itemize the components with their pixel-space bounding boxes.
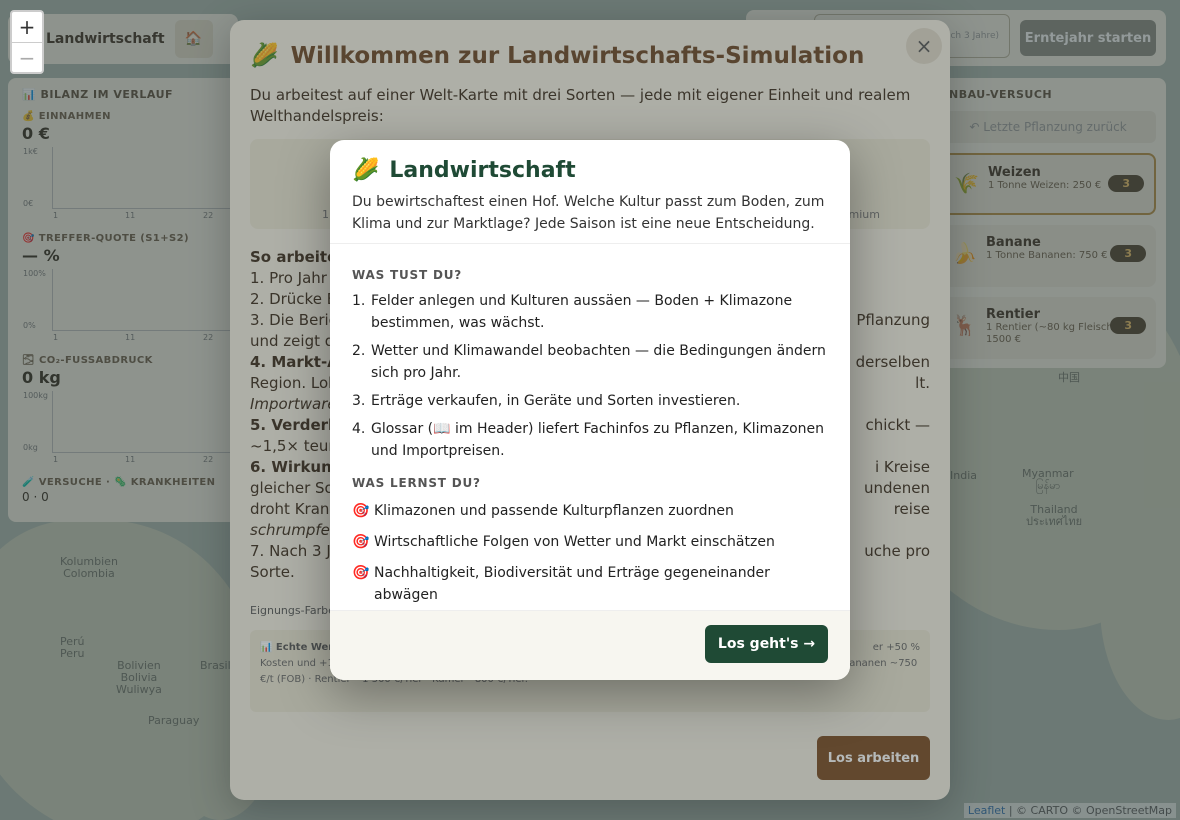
steps-list: 1. Felder anlegen und Kulturen aussäen — …: [352, 290, 828, 462]
step-text: Glossar (📖 im Header) liefert Fachinfos …: [371, 421, 825, 459]
modal-footer: Los geht's →: [330, 610, 850, 680]
goals-list: 🎯 Klimazonen und passende Kulturpflanzen …: [352, 500, 828, 606]
step-number: 1.: [352, 293, 366, 309]
lets-go-button[interactable]: Los geht's →: [705, 625, 828, 663]
step-text: Erträge verkaufen, in Geräte und Sorten …: [371, 393, 741, 409]
step-number: 4.: [352, 421, 366, 437]
section-what-you-learn: WAS LERNST DU?: [352, 476, 481, 490]
zoom-in-button[interactable]: +: [12, 12, 42, 42]
intro-modal: 🌽 Landwirtschaft Du bewirtschaftest eine…: [330, 140, 850, 680]
modal-title: 🌽 Landwirtschaft: [352, 158, 828, 183]
list-item: 2. Wetter und Klimawandel beobachten — di…: [352, 340, 828, 384]
zoom-out-button[interactable]: −: [12, 42, 42, 72]
modal-header: 🌽 Landwirtschaft Du bewirtschaftest eine…: [330, 140, 850, 244]
modal-subtitle: Du bewirtschaftest einen Hof. Welche Kul…: [352, 194, 825, 232]
corn-icon: 🌽: [352, 158, 380, 183]
zoom-control: + −: [10, 10, 44, 74]
section-what-you-do: WAS TUST DU?: [352, 268, 463, 282]
list-item: 1. Felder anlegen und Kulturen aussäen — …: [352, 290, 828, 334]
target-icon: 🎯: [352, 534, 370, 550]
list-item: 🎯 Nachhaltigkeit, Biodiversität und Erträ…: [352, 562, 828, 606]
target-icon: 🎯: [352, 503, 370, 519]
list-item: 🎯 Klimazonen und passende Kulturpflanzen …: [352, 500, 828, 522]
goal-text: Wirtschaftliche Folgen von Wetter und Ma…: [374, 534, 775, 550]
modal-body: WAS TUST DU? 1. Felder anlegen und Kultur…: [330, 244, 850, 610]
list-item: 3. Erträge verkaufen, in Geräte und Sorte…: [352, 390, 828, 412]
step-number: 3.: [352, 393, 366, 409]
step-number: 2.: [352, 343, 366, 359]
step-text: Wetter und Klimawandel beobachten — die …: [371, 343, 826, 381]
list-item: 🎯 Wirtschaftliche Folgen von Wetter und M…: [352, 531, 828, 553]
goal-text: Klimazonen und passende Kulturpflanzen z…: [374, 503, 734, 519]
step-text: Felder anlegen und Kulturen aussäen — Bo…: [371, 293, 793, 331]
list-item: 4. Glossar (📖 im Header) liefert Fachinfo…: [352, 418, 828, 462]
goal-text: Nachhaltigkeit, Biodiversität und Erträg…: [374, 565, 770, 603]
target-icon: 🎯: [352, 565, 370, 581]
modal-title-text: Landwirtschaft: [389, 158, 576, 183]
